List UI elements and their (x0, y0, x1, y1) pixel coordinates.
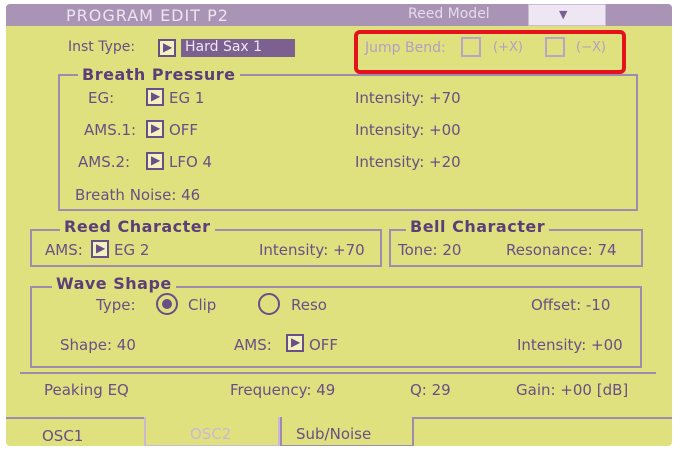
bell-resonance-value[interactable]: Resonance: 74 (506, 241, 617, 259)
play-arrow-icon: ▶ (291, 335, 301, 349)
inst-type-arrow-button[interactable]: ▶ (158, 39, 176, 57)
wave-offset-value[interactable]: Offset: -10 (531, 296, 610, 314)
play-arrow-icon: ▶ (163, 40, 173, 54)
bp-eg-arrow-button[interactable]: ▶ (146, 88, 164, 106)
reed-character-title: Reed Character (60, 217, 215, 236)
bp-ams2-intensity[interactable]: Intensity: +20 (355, 153, 461, 171)
breath-noise-value[interactable]: Breath Noise: 46 (75, 186, 200, 204)
reed-intensity[interactable]: Intensity: +70 (259, 241, 365, 259)
breath-pressure-title: Breath Pressure (78, 65, 240, 84)
page-title: PROGRAM EDIT P2 (66, 6, 229, 25)
tab-osc1[interactable]: OSC1 (6, 417, 144, 446)
wave-ams-value[interactable]: OFF (309, 336, 338, 354)
bp-ams1-arrow-button[interactable]: ▶ (146, 120, 164, 138)
tab-osc2[interactable]: OSC2 (144, 417, 280, 446)
bp-ams1-label: AMS.1: (84, 121, 137, 139)
wave-shape-title: Wave Shape (52, 274, 176, 293)
bp-ams1-intensity[interactable]: Intensity: +00 (355, 121, 461, 139)
tab-divider-right (414, 417, 672, 419)
bp-eg-label: EG: (88, 89, 115, 107)
eq-q-value[interactable]: Q: 29 (410, 381, 451, 399)
wave-type-clip-radio[interactable] (156, 293, 178, 315)
bp-eg-value[interactable]: EG 1 (169, 89, 204, 107)
play-arrow-icon: ▶ (151, 89, 161, 103)
bp-eg-intensity[interactable]: Intensity: +70 (355, 89, 461, 107)
play-arrow-icon: ▶ (96, 241, 106, 255)
bell-tone-value[interactable]: Tone: 20 (398, 241, 461, 259)
wave-ams-arrow-button[interactable]: ▶ (286, 334, 304, 352)
wave-type-label: Type: (96, 296, 136, 314)
reed-ams-arrow-button[interactable]: ▶ (91, 240, 109, 258)
play-arrow-icon: ▶ (151, 121, 161, 135)
lcd-screen: PROGRAM EDIT P2 Reed Model ▼ Inst Type: … (6, 4, 672, 446)
wave-intensity[interactable]: Intensity: +00 (517, 336, 623, 354)
tab-sub-noise[interactable]: Sub/Noise (280, 417, 414, 446)
wave-type-clip-label: Clip (188, 296, 217, 314)
eq-divider-top (20, 372, 656, 374)
bell-character-title: Bell Character (406, 217, 550, 236)
eq-gain-value[interactable]: Gain: +00 [dB] (516, 381, 628, 399)
bp-ams2-arrow-button[interactable]: ▶ (146, 152, 164, 170)
wave-shape-value[interactable]: Shape: 40 (60, 336, 136, 354)
annotation-highlight-box (354, 30, 626, 74)
bp-ams2-label: AMS.2: (78, 153, 131, 171)
peaking-eq-label: Peaking EQ (44, 381, 129, 399)
tab-osc1-label: OSC1 (42, 427, 84, 445)
bp-ams1-value[interactable]: OFF (169, 121, 198, 139)
reed-ams-label: AMS: (45, 241, 83, 259)
wave-type-reso-radio[interactable] (258, 293, 280, 315)
page-menu-button[interactable]: ▼ (528, 4, 606, 26)
wave-ams-label: AMS: (234, 336, 272, 354)
play-arrow-icon: ▶ (151, 153, 161, 167)
inst-type-label: Inst Type: (68, 39, 136, 55)
tab-osc2-label: OSC2 (190, 425, 232, 443)
reed-ams-value[interactable]: EG 2 (114, 241, 149, 259)
eq-frequency-value[interactable]: Frequency: 49 (230, 381, 335, 399)
inst-type-field[interactable]: Hard Sax 1 (181, 39, 295, 57)
tab-sub-noise-label: Sub/Noise (296, 425, 372, 443)
bp-ams2-value[interactable]: LFO 4 (169, 153, 212, 171)
wave-type-reso-label: Reso (291, 296, 327, 314)
model-label: Reed Model (408, 6, 490, 22)
chevron-down-icon: ▼ (559, 8, 568, 21)
inst-type-value: Hard Sax 1 (185, 39, 263, 55)
